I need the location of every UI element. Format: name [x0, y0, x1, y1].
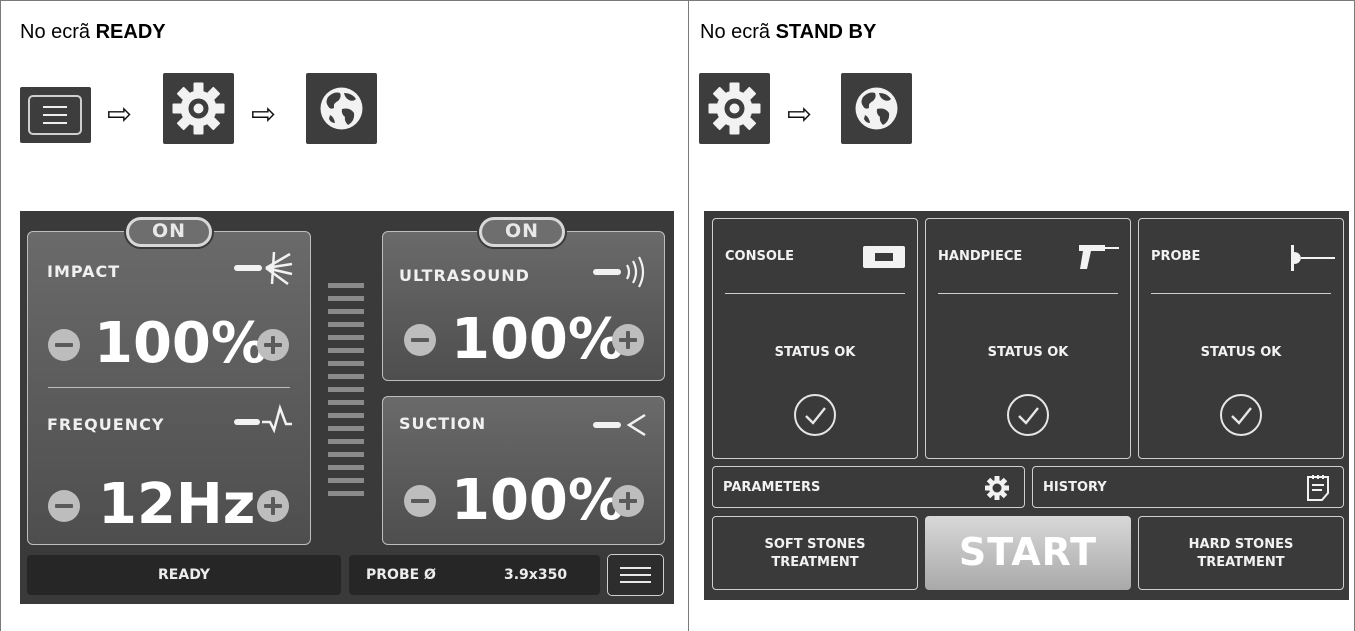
- handpiece-card[interactable]: HANDPIECE STATUS OK: [925, 218, 1131, 459]
- probe-title: PROBE: [1151, 249, 1201, 264]
- handpiece-title: HANDPIECE: [938, 249, 1023, 264]
- probe-icon: [1291, 245, 1335, 271]
- suction-label: SUCTION: [399, 414, 487, 433]
- soft-stones-treatment-button[interactable]: SOFT STONES TREATMENT: [712, 516, 918, 590]
- ultrasound-value: 100%: [451, 307, 625, 372]
- globe-icon[interactable]: [306, 73, 377, 144]
- suction-panel: SUCTION 100%: [382, 396, 665, 545]
- level-bar: [328, 491, 364, 496]
- start-button[interactable]: START: [925, 516, 1131, 590]
- hard-stones-line2: TREATMENT: [1197, 555, 1285, 570]
- console-card[interactable]: CONSOLE STATUS OK: [712, 218, 918, 459]
- level-bar: [328, 283, 364, 288]
- impact-value: 100%: [94, 311, 268, 376]
- probe-status: STATUS OK: [1200, 345, 1282, 360]
- menu-button[interactable]: [607, 554, 664, 596]
- impact-label: IMPACT: [47, 262, 121, 281]
- level-bar: [328, 400, 364, 405]
- check-icon: [1007, 394, 1049, 436]
- soft-stones-line1: SOFT STONES: [764, 537, 866, 552]
- ultrasound-minus-button[interactable]: [404, 324, 436, 356]
- impact-plus-button[interactable]: [257, 329, 289, 361]
- standby-device-screen: CONSOLE STATUS OK HANDPIECE STATUS OK PR…: [704, 211, 1349, 600]
- console-title: CONSOLE: [725, 249, 795, 264]
- level-bar: [328, 348, 364, 353]
- suction-plus-button[interactable]: [612, 485, 644, 517]
- impact-on-toggle[interactable]: ON: [126, 217, 212, 247]
- ultrasound-plus-button[interactable]: [612, 324, 644, 356]
- panel-divider: [48, 387, 290, 388]
- level-bar: [328, 426, 364, 431]
- history-label: HISTORY: [1043, 480, 1107, 495]
- suction-value: 100%: [451, 468, 625, 533]
- ultrasound-icon: [593, 256, 645, 288]
- ready-device-screen: IMPACT 100% FREQUENCY 12Hz ON ULTRASOUND…: [20, 211, 674, 604]
- arrow-icon: ⇨: [107, 97, 133, 132]
- globe-icon[interactable]: [841, 73, 912, 144]
- handpiece-status: STATUS OK: [987, 345, 1069, 360]
- level-bar: [328, 452, 364, 457]
- ultrasound-on-toggle[interactable]: ON: [479, 217, 565, 247]
- check-icon: [1220, 394, 1262, 436]
- level-bar: [328, 361, 364, 366]
- suction-minus-button[interactable]: [404, 485, 436, 517]
- status-bar: READY: [27, 555, 341, 595]
- arrow-icon: ⇨: [251, 97, 277, 132]
- history-button[interactable]: HISTORY: [1032, 466, 1344, 508]
- hard-stones-line1: HARD STONES: [1188, 537, 1294, 552]
- gear-icon: [985, 476, 1009, 500]
- menu-icon[interactable]: [20, 87, 91, 143]
- level-bar: [328, 322, 364, 327]
- level-bar: [328, 374, 364, 379]
- parameters-button[interactable]: PARAMETERS: [712, 466, 1025, 508]
- card-divider: [1151, 293, 1331, 294]
- card-divider: [725, 293, 905, 294]
- status-text: READY: [158, 567, 210, 583]
- notepad-icon: [1307, 475, 1329, 501]
- level-bar: [328, 296, 364, 301]
- impact-minus-button[interactable]: [48, 329, 80, 361]
- ultrasound-panel: ULTRASOUND 100%: [382, 231, 665, 381]
- console-status: STATUS OK: [774, 345, 856, 360]
- ready-heading: No ecrã READY: [20, 21, 166, 44]
- gear-icon[interactable]: [699, 73, 770, 144]
- ultrasound-label: ULTRASOUND: [399, 266, 530, 285]
- frequency-plus-button[interactable]: [257, 490, 289, 522]
- level-bar: [328, 413, 364, 418]
- level-bar: [328, 478, 364, 483]
- standby-heading: No ecrã STAND BY: [700, 21, 876, 44]
- impact-frequency-panel: IMPACT 100% FREQUENCY 12Hz: [27, 231, 311, 545]
- level-bar: [328, 309, 364, 314]
- impact-icon: [234, 251, 293, 286]
- gear-icon[interactable]: [163, 73, 234, 144]
- frequency-minus-button[interactable]: [48, 490, 80, 522]
- level-bar: [328, 335, 364, 340]
- frequency-label: FREQUENCY: [47, 415, 165, 434]
- heading-text: No ecrã: [20, 21, 91, 43]
- level-bar: [328, 387, 364, 392]
- probe-card[interactable]: PROBE STATUS OK: [1138, 218, 1344, 459]
- level-bar: [328, 439, 364, 444]
- probe-info-bar: PROBE Ø 3.9x350: [349, 555, 600, 595]
- heading-strong: STAND BY: [775, 21, 877, 43]
- probe-value: 3.9x350: [504, 567, 568, 583]
- frequency-icon: [234, 404, 292, 434]
- heading-text: No ecrã: [700, 21, 771, 43]
- arrow-icon: ⇨: [787, 97, 813, 132]
- check-icon: [794, 394, 836, 436]
- suction-icon: [593, 413, 646, 437]
- level-bar: [328, 465, 364, 470]
- soft-stones-line2: TREATMENT: [771, 555, 859, 570]
- handpiece-icon: [1079, 245, 1119, 269]
- probe-label: PROBE Ø: [366, 567, 436, 583]
- card-divider: [938, 293, 1118, 294]
- hard-stones-treatment-button[interactable]: HARD STONES TREATMENT: [1138, 516, 1344, 590]
- parameters-label: PARAMETERS: [723, 480, 821, 495]
- frequency-value: 12Hz: [98, 472, 256, 537]
- heading-strong: READY: [95, 21, 166, 43]
- console-icon: [863, 246, 905, 268]
